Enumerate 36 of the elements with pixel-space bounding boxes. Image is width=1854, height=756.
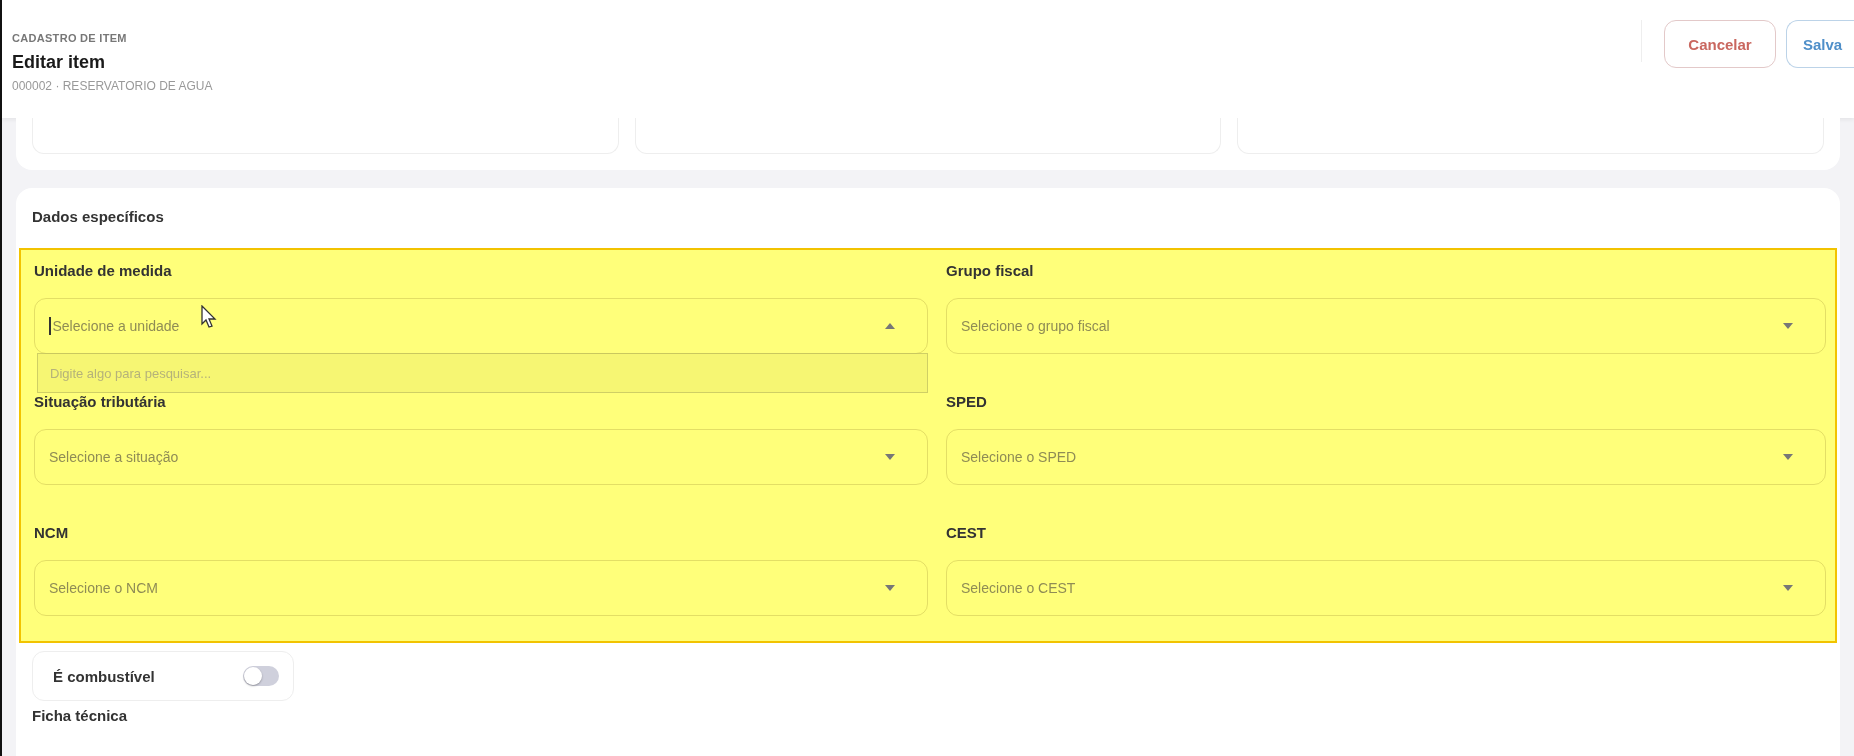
select-placeholder: Selecione o NCM	[49, 580, 159, 596]
select-placeholder: Selecione o SPED	[961, 449, 1078, 465]
select-field[interactable]: Selecione a situação	[34, 429, 928, 485]
field-label: Grupo fiscal	[946, 262, 1035, 281]
save-button[interactable]: Salva	[1786, 20, 1854, 68]
select-field[interactable]: Selecione o CEST	[946, 560, 1826, 616]
select-placeholder: Selecione o CEST	[961, 580, 1077, 596]
breadcrumb-label: CADASTRO DE ITEM	[12, 32, 128, 44]
select-placeholder: Selecione a situação	[49, 449, 180, 465]
field-label: Unidade de medida	[34, 262, 173, 281]
search-field[interactable]: Digite algo para pesquisar...	[37, 353, 928, 393]
field-label: Situação tributária	[34, 393, 167, 412]
select-placeholder: Selecione o grupo fiscal	[961, 318, 1111, 334]
caret-icon	[885, 454, 895, 460]
select-field[interactable]: Selecione a unidade	[34, 298, 928, 354]
section-title: Dados específicos	[31, 207, 165, 227]
cancel-button[interactable]: Cancelar	[1664, 20, 1776, 68]
caret-icon	[1783, 323, 1793, 329]
field-label: CEST	[946, 524, 987, 543]
page-title: Editar item	[12, 52, 107, 73]
field-label: NCM	[34, 524, 70, 543]
item-subtitle: 000002 · RESERVATORIO DE AGUA	[12, 79, 213, 93]
section-title: Ficha técnica	[32, 707, 129, 724]
caret-icon	[1783, 585, 1793, 591]
toggle-switch[interactable]	[243, 666, 279, 686]
select-placeholder: Selecione a unidade	[52, 318, 181, 334]
caret-icon	[885, 585, 895, 591]
caret-icon	[885, 323, 895, 329]
text-cursor	[49, 317, 51, 335]
select-field[interactable]: Selecione o NCM	[34, 560, 928, 616]
field-label: SPED	[946, 393, 988, 412]
mouse-pointer-icon	[201, 305, 217, 329]
select-field[interactable]: Selecione o grupo fiscal	[946, 298, 1826, 354]
select-field[interactable]: Selecione o SPED	[946, 429, 1826, 485]
toggle-label: É combustível	[53, 667, 155, 685]
caret-icon	[1783, 454, 1793, 460]
